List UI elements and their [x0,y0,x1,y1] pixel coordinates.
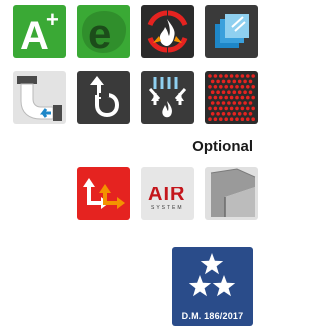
corner-profile-icon [205,167,258,220]
eco-leaf-e-icon: e [77,5,130,58]
badge-text: D.M. 186/2017 [181,311,244,321]
energy-class-a-plus-icon: A + [13,5,66,58]
pipe-elbow-icon [13,71,66,124]
layered-glass-panels-icon [205,5,258,58]
air-system-logo-icon: AIR SYSTEM [141,167,194,220]
air-logo-subtext: SYSTEM [151,205,184,211]
pipe-rotation-icon [77,71,130,124]
optional-label: Optional [192,138,253,155]
energy-class-plus: + [46,7,59,32]
eco-letter: e [88,10,111,57]
airflow-convection-icon [141,71,194,124]
flame-heat-recovery-icon [141,5,194,58]
double-arrow-flow-icon [77,167,130,220]
three-stars-icon [188,253,236,297]
dm-186-2017-badge: D.M. 186/2017 [172,247,253,326]
energy-class-letter: A [20,14,49,58]
red-dot-grille-icon [205,71,258,124]
